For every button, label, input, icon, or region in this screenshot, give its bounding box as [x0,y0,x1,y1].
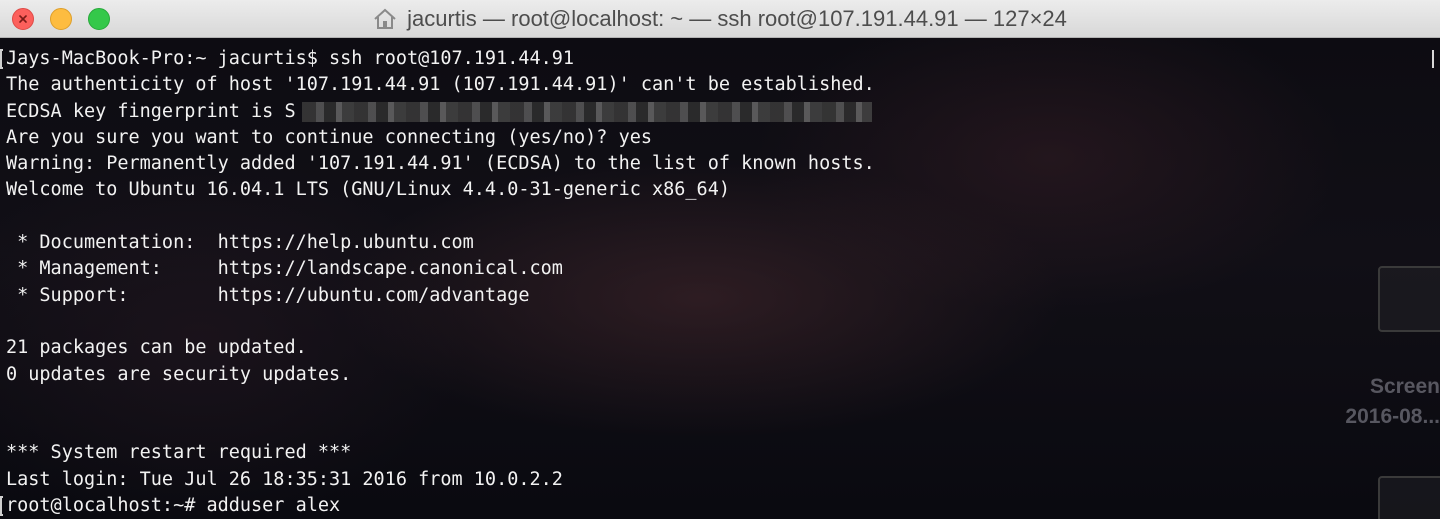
terminal-line-fingerprint: ECDSA key fingerprint is S [6,99,875,125]
window-title-group: jacurtis — root@localhost: ~ — ssh root@… [0,0,1440,38]
home-icon [374,8,396,29]
terminal-pane[interactable]: Jays-MacBook-Pro:~ jacurtis$ ssh root@10… [0,38,1440,519]
window-title: jacurtis — root@localhost: ~ — ssh root@… [407,6,1067,31]
terminal-line: * Documentation: https://help.ubuntu.com [6,232,474,254]
terminal-line: Last login: Tue Jul 26 18:35:31 2016 fro… [6,468,563,490]
marker-bracket [0,496,3,516]
terminal-line: 0 updates are security updates. [6,363,352,385]
terminal-output: Jays-MacBook-Pro:~ jacurtis$ ssh root@10… [6,46,875,519]
terminal-line: The authenticity of host '107.191.44.91 … [6,74,875,96]
terminal-window: jacurtis — root@localhost: ~ — ssh root@… [0,0,1440,519]
desktop-file-icon[interactable] [1378,476,1440,519]
terminal-line: 21 packages can be updated. [6,337,307,359]
terminal-line: * Support: https://ubuntu.com/advantage [6,284,530,306]
terminal-line: Are you sure you want to continue connec… [6,126,653,148]
title-bar[interactable]: jacurtis — root@localhost: ~ — ssh root@… [0,0,1440,38]
marker-bracket [0,49,3,69]
desktop-file-label: Screen [1369,375,1440,398]
desktop-file-icon[interactable] [1378,266,1440,332]
desktop-file-label: 2016-08... [1345,405,1440,428]
terminal-line: * Management: https://landscape.canonica… [6,258,563,280]
terminal-line-text: ECDSA key fingerprint is S [6,100,296,122]
terminal-line: Welcome to Ubuntu 16.04.1 LTS (GNU/Linux… [6,179,730,201]
terminal-line: *** System restart required *** [6,442,352,464]
terminal-line: Warning: Permanently added '107.191.44.9… [6,153,875,175]
terminal-line: Jays-MacBook-Pro:~ jacurtis$ ssh root@10… [6,48,575,69]
redacted-fingerprint [301,101,872,122]
cursor-edge-mark [1432,50,1434,68]
terminal-prompt-line[interactable]: root@localhost:~# adduser alex [6,493,875,519]
